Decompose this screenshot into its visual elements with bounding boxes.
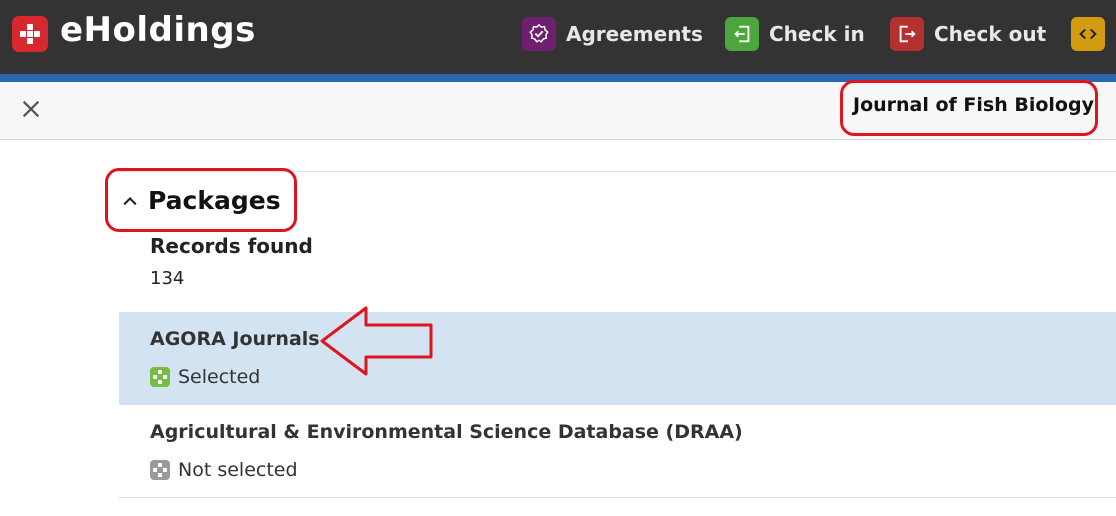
status-label: Selected [178,366,261,388]
nav-check-in-label: Check in [769,22,865,46]
nav-agreements[interactable]: Agreements [522,14,703,54]
package-status: Selected [150,366,260,388]
package-name: Agricultural & Environmental Science Dat… [150,421,743,443]
check-out-icon [890,17,924,51]
not-selected-status-icon [150,460,170,480]
nav-check-out[interactable]: Check out [890,14,1046,54]
package-status: Not selected [150,459,298,481]
records-found-label: Records found [150,234,313,258]
app-title[interactable]: eHoldings [60,10,256,50]
package-name: AGORA Journals [150,328,320,350]
selected-status-icon [150,367,170,387]
nav-check-in[interactable]: Check in [725,14,865,54]
code-icon [1071,17,1105,51]
annotation-highlight-packages [105,168,297,232]
nav-agreements-label: Agreements [566,22,703,46]
package-row-agora-journals[interactable]: AGORA Journals Selected [119,312,1116,405]
close-button[interactable] [14,92,48,126]
nav-more-apps[interactable] [1071,14,1105,54]
annotation-highlight-title [840,80,1098,136]
records-found-count: 134 [150,268,185,289]
agreements-check-icon [522,17,556,51]
nav-check-out-label: Check out [934,22,1047,46]
top-navigation-bar: eHoldings Agreements Check in Check out [0,0,1116,74]
check-in-icon [725,17,759,51]
package-row-agricultural-env-science[interactable]: Agricultural & Environmental Science Dat… [119,405,1116,498]
status-label: Not selected [178,459,298,481]
eholdings-logo-icon[interactable] [12,16,48,52]
close-icon [22,100,40,118]
annotation-arrow-icon [320,306,433,376]
